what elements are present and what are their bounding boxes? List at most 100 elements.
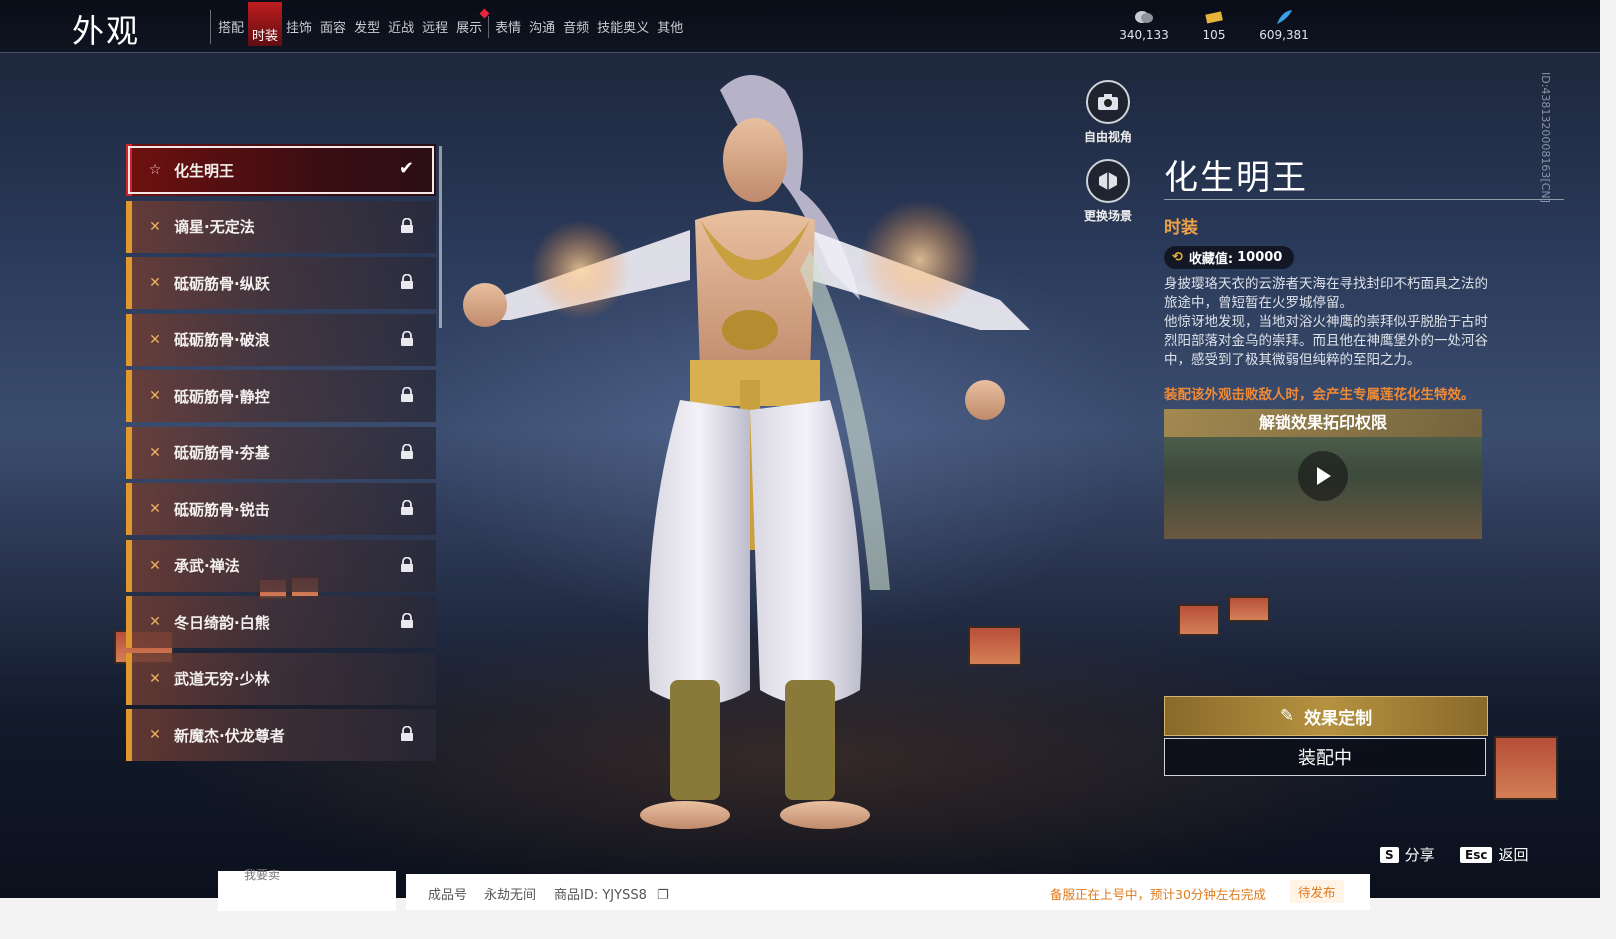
tab-6[interactable]: 远程: [418, 16, 452, 42]
lock-icon: [401, 443, 413, 459]
tab-4[interactable]: 发型: [350, 16, 384, 42]
server-name: 永劫无间: [484, 888, 537, 903]
collect-value: 10000: [1237, 250, 1283, 265]
back-key: Esc: [1460, 846, 1493, 863]
outfit-item[interactable]: ✕ 谪星·无定法: [126, 200, 436, 253]
outfit-item[interactable]: ✕ 新魔杰·伏龙尊者: [126, 709, 436, 761]
tab-12[interactable]: 其他: [653, 16, 687, 42]
copy-icon[interactable]: ❐: [657, 888, 669, 903]
outfit-name: 化生明王: [1164, 158, 1308, 198]
collect-icon: ⟲: [1172, 250, 1183, 265]
divider: [1164, 199, 1564, 200]
outfit-item[interactable]: ✕ 砥砺筋骨·锐击: [126, 483, 436, 535]
product-id-text: 商品ID: YJYSS8: [554, 888, 647, 903]
collect-value-badge: ⟲ 收藏值: 10000: [1164, 246, 1295, 269]
feather-icon: [1274, 8, 1294, 26]
status-badge: 待发布: [1290, 880, 1344, 903]
top-bar: 外观 搭配 时装 挂饰 面容 发型 近战 远程 展示 表情 沟通 音频 技能奥义 其他 340,133 …: [0, 0, 1600, 53]
outfit-label: 化生明王: [174, 161, 235, 180]
outfit-description: 身披璎珞天衣的云游者天海在寻找封印不朽面具之法的旅途中，曾短暂在火罗城停留。 他惊…: [1164, 276, 1488, 368]
effect-preview-video[interactable]: 解锁效果拓印权限: [1164, 409, 1482, 539]
cross-icon: ✕: [149, 275, 161, 291]
outfit-item[interactable]: ✕ 砥砺筋骨·纵跃: [126, 257, 436, 309]
outfit-list: ☆ 化生明王 ✔ ✕ 谪星·无定法 ✕ 砥砺筋骨·纵跃 ✕ 砥砺筋骨·破浪 ✕ 砥砺筋骨·静控 ✕ 砥砺…: [126, 144, 436, 780]
video-title: 解锁效果拓印权限: [1164, 409, 1482, 437]
outfit-item[interactable]: ✕ 承武·禅法: [126, 539, 436, 592]
character-model: [463, 75, 1030, 829]
share-hint[interactable]: S 分享: [1380, 844, 1435, 865]
lock-icon: [401, 387, 413, 402]
lock-icon: [401, 274, 413, 289]
tab-11[interactable]: 技能奥义: [593, 16, 653, 42]
currency-value: 105: [1202, 28, 1226, 42]
cross-icon: ✕: [149, 218, 161, 235]
currency-value: 340,133: [1119, 28, 1169, 42]
lantern-decoration: [968, 626, 1022, 666]
coin-icon: [1134, 8, 1154, 26]
tab-9[interactable]: 沟通: [525, 16, 559, 42]
equipped-button[interactable]: 装配中: [1164, 738, 1486, 776]
tab-5[interactable]: 近战: [384, 16, 418, 42]
scene-icon: [1086, 159, 1130, 203]
tab-2[interactable]: 挂饰: [282, 16, 316, 42]
check-icon: ✔: [398, 158, 414, 179]
cross-icon: ✕: [149, 331, 161, 348]
tab-separator: [488, 16, 490, 38]
list-scrollbar[interactable]: [439, 146, 442, 328]
outfit-label: 砥砺筋骨·夯基: [174, 444, 270, 462]
outfit-item[interactable]: ✕ 冬日绮韵·白熊: [126, 596, 436, 648]
effect-custom-button[interactable]: ✎ 效果定制: [1164, 696, 1488, 736]
camera-icon: [1086, 80, 1130, 124]
back-label: 返回: [1498, 846, 1529, 864]
brush-icon: ✎: [1279, 706, 1295, 726]
game-screen: 外观 搭配 时装 挂饰 面容 发型 近战 远程 展示 表情 沟通 音频 技能奥义 其他 340,133 …: [0, 0, 1600, 898]
cross-icon: ✕: [149, 388, 161, 404]
lock-icon: [401, 556, 413, 572]
title-divider: [210, 10, 211, 44]
tab-1[interactable]: 时装: [248, 2, 283, 46]
outfit-item[interactable]: ✕ 砥砺筋骨·破浪: [126, 313, 436, 366]
outfit-item[interactable]: ✕ 武道无穷·少林: [126, 652, 436, 705]
outfit-item[interactable]: ✕ 砥砺筋骨·夯基: [126, 426, 436, 479]
lantern-decoration: [1494, 736, 1558, 800]
lantern-decoration: [1178, 604, 1220, 636]
currency-coin: 340,133: [1118, 8, 1170, 42]
detail-panel: 化生明王 时装 ⟲ 收藏值: 10000 身披璎珞天衣的云游者天海在寻找封印不朽…: [1164, 150, 1564, 539]
cross-icon: ✕: [149, 501, 161, 517]
effect-description: 装配该外观击败敌人时，会产生专属莲花化生特效。: [1164, 387, 1475, 403]
sell-link[interactable]: 我要卖: [244, 866, 280, 883]
cross-icon: ✕: [149, 614, 161, 630]
collect-label: 收藏值:: [1188, 252, 1234, 267]
product-id: 商品ID: YJYSS8 ❐: [554, 884, 669, 903]
tool-label: 更换场景: [1083, 209, 1132, 223]
lock-icon: [401, 726, 413, 741]
outfit-label: 承武·禅法: [174, 557, 240, 575]
play-icon[interactable]: [1298, 451, 1348, 501]
tab-0[interactable]: 搭配: [214, 16, 248, 42]
star-icon: ☆: [148, 162, 162, 178]
free-camera-button[interactable]: 自由视角: [1072, 80, 1144, 145]
outfit-label: 谪星·无定法: [174, 218, 255, 236]
outfit-item[interactable]: ✕ 砥砺筋骨·静控: [126, 370, 436, 422]
lock-icon: [401, 330, 413, 346]
outfit-item[interactable]: ☆ 化生明王 ✔: [126, 144, 436, 196]
share-label: 分享: [1404, 846, 1435, 864]
effect-custom-label: 效果定制: [1304, 708, 1373, 729]
tab-7[interactable]: 展示: [452, 16, 486, 42]
cross-icon: ✕: [149, 557, 161, 574]
share-key: S: [1380, 846, 1399, 863]
currency-value: 609,381: [1259, 28, 1309, 42]
back-hint[interactable]: Esc 返回: [1460, 844, 1528, 865]
ticket-icon: [1204, 8, 1224, 26]
tab-10[interactable]: 音频: [559, 16, 593, 42]
side-tools: 自由视角 更换场景: [1072, 80, 1144, 238]
player-id: ID:4381320008163[CN]: [1539, 72, 1552, 203]
change-scene-button[interactable]: 更换场景: [1072, 159, 1144, 224]
outfit-label: 武道无穷·少林: [174, 670, 270, 688]
product-label: 成品号: [428, 888, 468, 903]
tab-3[interactable]: 面容: [316, 16, 350, 42]
status-notice: 备服正在上号中，预计30分钟左右完成: [1050, 887, 1266, 902]
tab-8[interactable]: 表情: [491, 16, 525, 42]
currency-feather: 609,381: [1258, 8, 1310, 42]
outfit-label: 冬日绮韵·白熊: [174, 613, 270, 632]
